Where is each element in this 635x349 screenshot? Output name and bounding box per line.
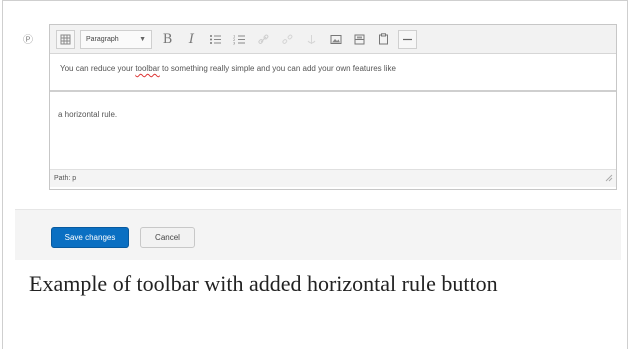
editor-screenshot: Ⓟ Paragraph ▼ B I 1 2 3 You can reduce y… bbox=[15, 9, 621, 260]
element-path: Path: p bbox=[54, 175, 77, 182]
save-changes-button[interactable]: Save changes bbox=[51, 227, 129, 248]
italic-button[interactable]: I bbox=[182, 30, 201, 49]
help-icon[interactable]: Ⓟ bbox=[23, 31, 33, 46]
rich-text-editor: Paragraph ▼ B I 123 You can reduce your … bbox=[49, 24, 617, 190]
paste-icon[interactable] bbox=[374, 30, 393, 49]
image-icon[interactable] bbox=[326, 30, 345, 49]
editor-statusbar: Path: p bbox=[50, 170, 616, 187]
form-buttons: Save changes Cancel bbox=[15, 209, 621, 260]
misspelled-word[interactable]: toolbar bbox=[135, 64, 159, 73]
editor-toolbar: Paragraph ▼ B I 123 bbox=[50, 25, 616, 54]
link-icon[interactable] bbox=[254, 30, 273, 49]
resize-handle-icon[interactable] bbox=[605, 174, 613, 184]
cancel-button[interactable]: Cancel bbox=[140, 227, 195, 248]
bold-button[interactable]: B bbox=[158, 30, 177, 49]
image-caption: Example of toolbar with added horizontal… bbox=[29, 271, 498, 296]
toggle-toolbar-icon[interactable] bbox=[56, 29, 75, 49]
chevron-down-icon: ▼ bbox=[139, 35, 146, 43]
horizontal-rule-icon[interactable] bbox=[398, 29, 417, 49]
bold-icon: B bbox=[162, 31, 173, 47]
bullet-list-icon[interactable] bbox=[206, 30, 225, 49]
image-thumbnail-frame: Ⓟ Paragraph ▼ B I 1 2 3 You can reduce y… bbox=[2, 0, 628, 349]
content-text-second: a horizontal rule. bbox=[58, 110, 118, 119]
editor-paragraph-first[interactable]: You can reduce your toolbar to something… bbox=[50, 54, 616, 92]
content-text-before: You can reduce your bbox=[60, 64, 136, 73]
numbered-list-icon[interactable]: 123 bbox=[230, 30, 249, 49]
content-text-after: to something really simple and you can a… bbox=[159, 64, 396, 73]
unlink-icon[interactable] bbox=[278, 30, 297, 49]
editor-paragraph-second[interactable]: a horizontal rule. bbox=[50, 92, 616, 170]
svg-text:3: 3 bbox=[233, 41, 235, 45]
format-select[interactable]: Paragraph ▼ bbox=[80, 29, 152, 49]
italic-icon: I bbox=[188, 31, 195, 47]
media-icon[interactable] bbox=[350, 30, 369, 49]
format-select-value: Paragraph bbox=[86, 35, 119, 43]
anchor-icon[interactable] bbox=[302, 30, 321, 49]
